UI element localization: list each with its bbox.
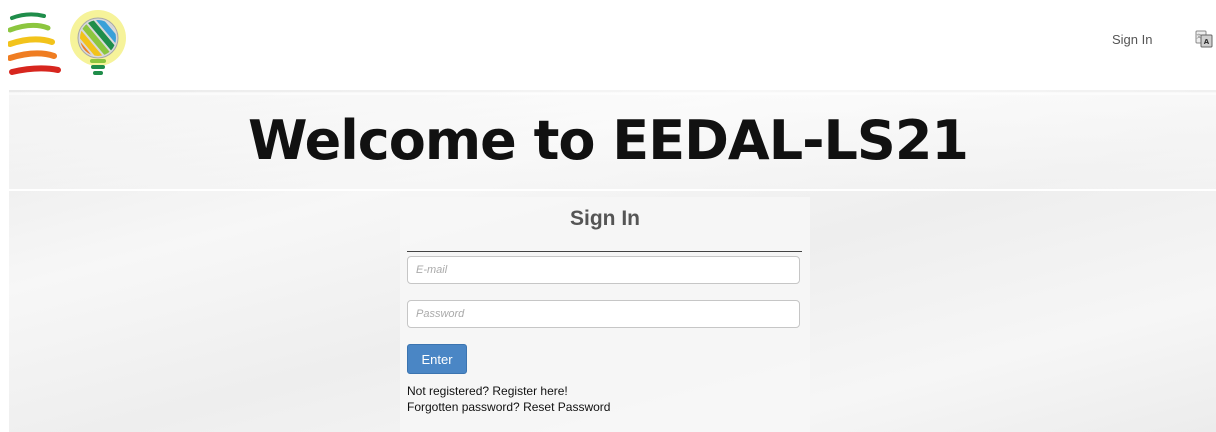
heading-divider: [407, 251, 802, 252]
forgot-prompt: Forgotten password?: [407, 400, 520, 414]
nav-sign-in-link[interactable]: Sign In: [1112, 32, 1152, 47]
reset-password-link[interactable]: Reset Password: [523, 400, 610, 414]
svg-text:文: 文: [1196, 33, 1201, 40]
language-translate-icon[interactable]: A 文: [1195, 30, 1213, 48]
enter-button[interactable]: Enter: [407, 344, 467, 374]
page: Sign In A 文 Welcome to EEDAL-LS21 Sign I…: [0, 0, 1216, 432]
password-field[interactable]: [407, 300, 800, 328]
page-title: Welcome to EEDAL-LS21: [248, 109, 969, 172]
email-field[interactable]: [407, 256, 800, 284]
register-link[interactable]: Register here!: [492, 384, 567, 398]
sign-in-panel: Sign In Enter Not registered? Register h…: [400, 197, 810, 432]
top-navbar: Sign In A 文: [0, 0, 1216, 88]
svg-text:A: A: [1204, 38, 1210, 46]
register-prompt: Not registered?: [407, 384, 490, 398]
sign-in-heading: Sign In: [570, 207, 640, 230]
eedal-logo[interactable]: [8, 8, 132, 82]
reset-line: Forgotten password? Reset Password: [407, 400, 610, 414]
register-line: Not registered? Register here!: [407, 384, 568, 398]
